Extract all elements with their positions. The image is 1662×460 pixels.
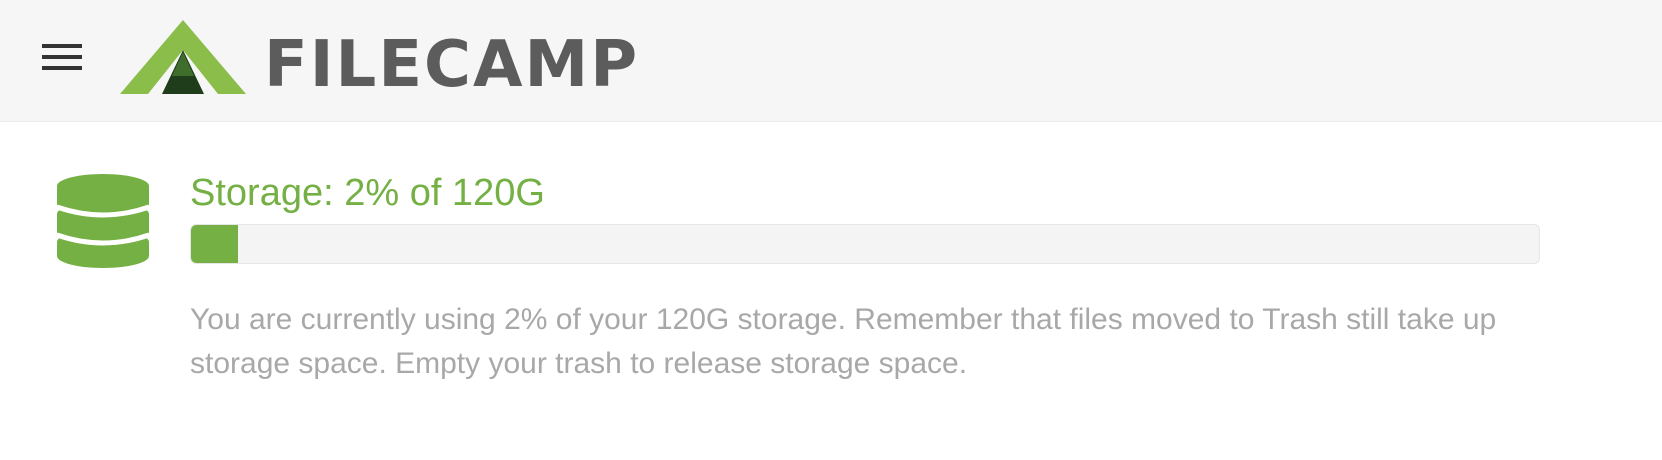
storage-panel: Storage: 2% of 120G You are currently us… [0,122,1662,460]
app-header: FILECAMP [0,0,1662,122]
filecamp-logo[interactable]: FILECAMP [118,18,637,102]
storage-description: You are currently using 2% of your 120G … [190,303,1497,380]
database-icon [56,174,150,268]
storage-progress-bar [190,224,1540,264]
brand-name: FILECAMP [264,28,640,102]
storage-progress-fill [191,225,239,263]
menu-icon-bar [42,55,82,59]
menu-icon-bar [42,66,82,70]
menu-button[interactable] [36,36,90,82]
filecamp-mountain-logo-icon [120,20,246,94]
storage-title: Storage: 2% of 120G [190,172,545,214]
menu-icon-bar [42,44,82,48]
